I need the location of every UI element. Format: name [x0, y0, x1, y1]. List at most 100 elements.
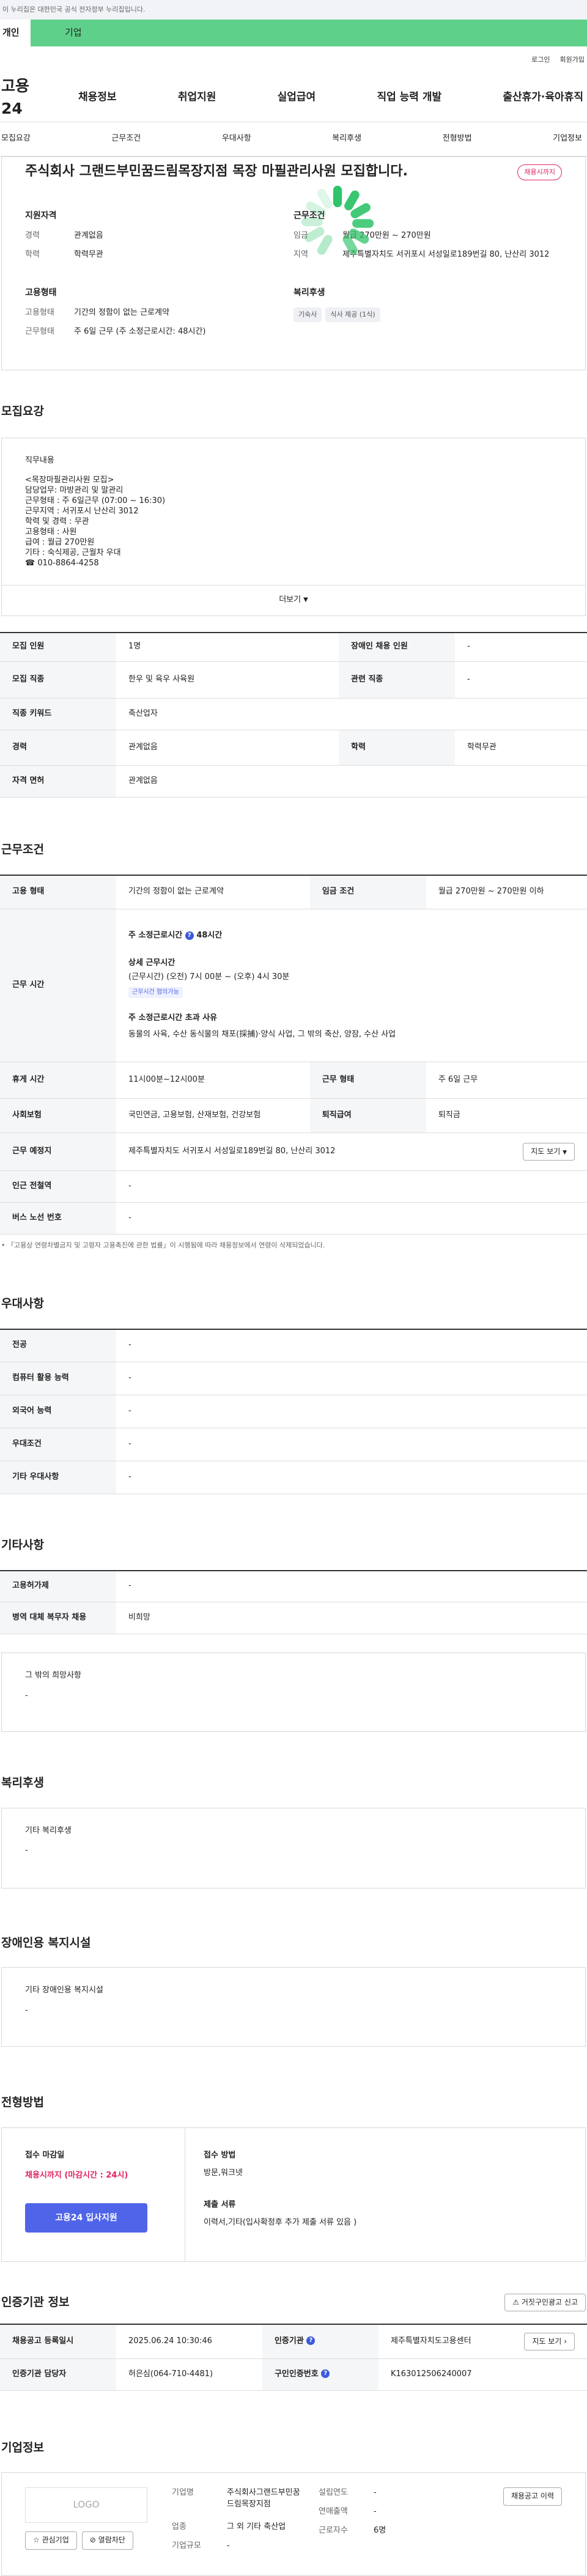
more-button[interactable]: 더보기 ▼ — [2, 584, 585, 615]
conditions-table: 고용 형태 기간의 정함이 없는 근로계약 임금 조건 월급 270만원 ~ 2… — [0, 874, 587, 1235]
duty-line: 담당업무: 마방관리 및 말관리 — [25, 486, 124, 496]
section-heading-preference: 우대사항 — [1, 1297, 44, 1310]
overtime-heading: 주 소정근로시간 초과 사유 — [128, 1013, 218, 1023]
deadline-badge: 채용시까지 — [517, 164, 562, 180]
anchor-recruit[interactable]: 모집요강 — [1, 133, 31, 145]
tab-personal[interactable]: 개인 — [0, 20, 31, 46]
cell-value: - — [455, 661, 587, 699]
loading-spinner-icon — [301, 185, 374, 255]
cert-table: 채용공고 등록일시 2025.06.24 10:30:46 인증기관 ? 제주특… — [0, 2324, 587, 2391]
box-value: - — [25, 1690, 28, 1700]
help-icon[interactable]: ? — [185, 931, 194, 940]
cell-label: 모집 직종 — [0, 661, 116, 699]
block-button[interactable]: ⊘ 열람차단 — [81, 2531, 133, 2550]
label: 기업명 — [172, 2488, 194, 2498]
duty-line: ☎ 010-8864-4258 — [25, 559, 99, 568]
cell-label: 장애인 채용 인원 — [339, 632, 456, 662]
more-label: 더보기 — [279, 595, 301, 604]
job-history-button[interactable]: 채용공고 이력 — [503, 2487, 562, 2506]
table-row: 인근 전철역 - — [0, 1170, 587, 1203]
cell-label: 근무 형태 — [309, 1062, 426, 1099]
table-row: 모집 직종 한우 및 육우 사육원 관련 직종 - — [0, 661, 587, 699]
nav-leave[interactable]: 출산휴가·육아휴직 — [503, 90, 583, 105]
cert-map-button[interactable]: 지도 보기 › — [524, 2332, 575, 2351]
cell-label: 근무 시간 — [0, 909, 116, 1063]
map-button[interactable]: 지도 보기 ▼ — [523, 1142, 575, 1161]
deadline-heading: 접수 마감일 — [25, 2150, 65, 2160]
value: 주 6일 근무 (주 소정근로시간: 48시간) — [74, 327, 206, 337]
cell-value: 축산업자 — [116, 698, 587, 731]
favorite-button[interactable]: ☆ 관심기업 — [25, 2531, 77, 2550]
employment-heading: 고용형태 — [25, 287, 57, 298]
method-value: 방문,워크넷 — [204, 2168, 243, 2178]
duty-line: 근무지역 : 서귀포시 난산리 3012 — [25, 507, 139, 516]
box-heading: 기타 복리후생 — [25, 1826, 72, 1835]
anchor-selection[interactable]: 전형방법 — [443, 133, 472, 145]
age-note-text: 「고용상 연령차별금지 및 고령자 고용촉진에 관한 법률」이 시행됨에 따라 … — [7, 1241, 325, 1250]
chevron-down-icon: ▼ — [563, 1149, 567, 1156]
duty-line: 고용형태 : 사원 — [25, 527, 77, 537]
anchor-preference[interactable]: 우대사항 — [222, 133, 251, 145]
label: 학력 — [25, 250, 40, 260]
tab-company[interactable]: 기업 — [31, 20, 587, 46]
detail-heading: 상세 근무시간 — [128, 958, 175, 968]
cell-value: - — [116, 1329, 587, 1363]
bullet-icon: • — [1, 1241, 6, 1250]
job-summary: 주식회사 그랜드부민꿈드림목장지점 목장 마필관리사원 모집합니다. 채용시까지… — [1, 156, 586, 370]
hours-main-label: 주 소정근로시간 — [128, 931, 183, 941]
anchor-company[interactable]: 기업정보 — [553, 133, 582, 145]
negotiable-badge: 근무시간 협의가능 — [128, 986, 183, 999]
cell-label: 고용 형태 — [0, 875, 116, 910]
deadline-value: 채용시까지 (마감시간 : 24시) — [25, 2170, 128, 2180]
cell-label: 자격 면허 — [0, 765, 116, 798]
place-cell: 제주특별자치도 서귀포시 서성일로189번길 80, 난산리 3012 지도 보… — [116, 1132, 587, 1172]
login-link[interactable]: 로그인 — [531, 55, 550, 65]
help-icon[interactable]: ? — [306, 2336, 316, 2346]
apply-button[interactable]: 고용24 입사지원 — [25, 2203, 147, 2233]
cell-value: - — [455, 632, 587, 662]
help-icon[interactable]: ? — [321, 2369, 330, 2379]
section-heading-cert: 인증기관 정보 — [1, 2295, 70, 2309]
cell-value: 퇴직금 — [426, 1098, 587, 1134]
table-row: 기타 우대사항 - — [0, 1461, 587, 1495]
qualification-heading: 지원자격 — [25, 211, 57, 221]
cell-label: 근무 예정지 — [0, 1132, 116, 1172]
cell-label: 경력 — [0, 730, 116, 766]
docs-heading: 제출 서류 — [204, 2200, 236, 2210]
report-icon: ⚠ — [512, 2297, 520, 2306]
nav-employment-support[interactable]: 취업지원 — [178, 90, 216, 105]
value: 학력무관 — [74, 250, 103, 260]
gov-banner-text: 이 누리집은 대한민국 공식 전자정부 누리집입니다. — [2, 6, 146, 14]
nav-training[interactable]: 직업 능력 개발 — [377, 90, 441, 105]
gov-banner: 이 누리집은 대한민국 공식 전자정부 누리집입니다. — [0, 0, 587, 20]
welfare-chip: 식사 제공 (1식) — [325, 307, 380, 323]
star-icon: ☆ — [33, 2536, 40, 2545]
label: 경력 — [25, 231, 40, 241]
label: 설립연도 — [319, 2488, 348, 2498]
cell-value: - — [116, 1428, 587, 1462]
cell-value: 학력무관 — [455, 730, 587, 766]
detail-value: (근무시간) (오전) 7시 00분 ~ (오후) 4시 30분 — [128, 972, 290, 982]
report-button[interactable]: ⚠ 거짓구인광고 신고 — [504, 2293, 586, 2312]
table-row: 외국어 능력 - — [0, 1395, 587, 1429]
selection-box: 접수 마감일 채용시까지 (마감시간 : 24시) 고용24 입사지원 접수 방… — [1, 2127, 586, 2262]
signup-link[interactable]: 회원가입 — [560, 55, 585, 65]
anchor-welfare[interactable]: 복리후생 — [332, 133, 361, 145]
page-title: 주식회사 그랜드부민꿈드림목장지점 목장 마필관리사원 모집합니다. — [25, 164, 408, 179]
value: 6명 — [374, 2525, 386, 2535]
value: - — [374, 2488, 377, 2498]
section-anchors: 모집요강 근무조건 우대사항 복리후생 전형방법 기업정보 — [0, 122, 587, 156]
cell-label: 퇴직급여 — [309, 1098, 426, 1134]
cell-label: 버스 노선 번호 — [0, 1202, 116, 1235]
cell-label: 우대조건 — [0, 1428, 116, 1462]
site-logo[interactable]: 고용24 — [0, 75, 49, 120]
nav-unemployment[interactable]: 실업급여 — [278, 90, 316, 105]
anchor-conditions[interactable]: 근무조건 — [111, 133, 141, 145]
value: 관계없음 — [74, 231, 103, 241]
nav-jobs[interactable]: 채용정보 — [78, 90, 117, 105]
label: 연매출액 — [319, 2507, 348, 2517]
hours-main-value: 48시간 — [196, 931, 223, 941]
value: - — [374, 2507, 377, 2517]
company-logo: LOGO — [25, 2487, 147, 2523]
cell-value: 허은심(064-710-4481) — [116, 2358, 262, 2391]
